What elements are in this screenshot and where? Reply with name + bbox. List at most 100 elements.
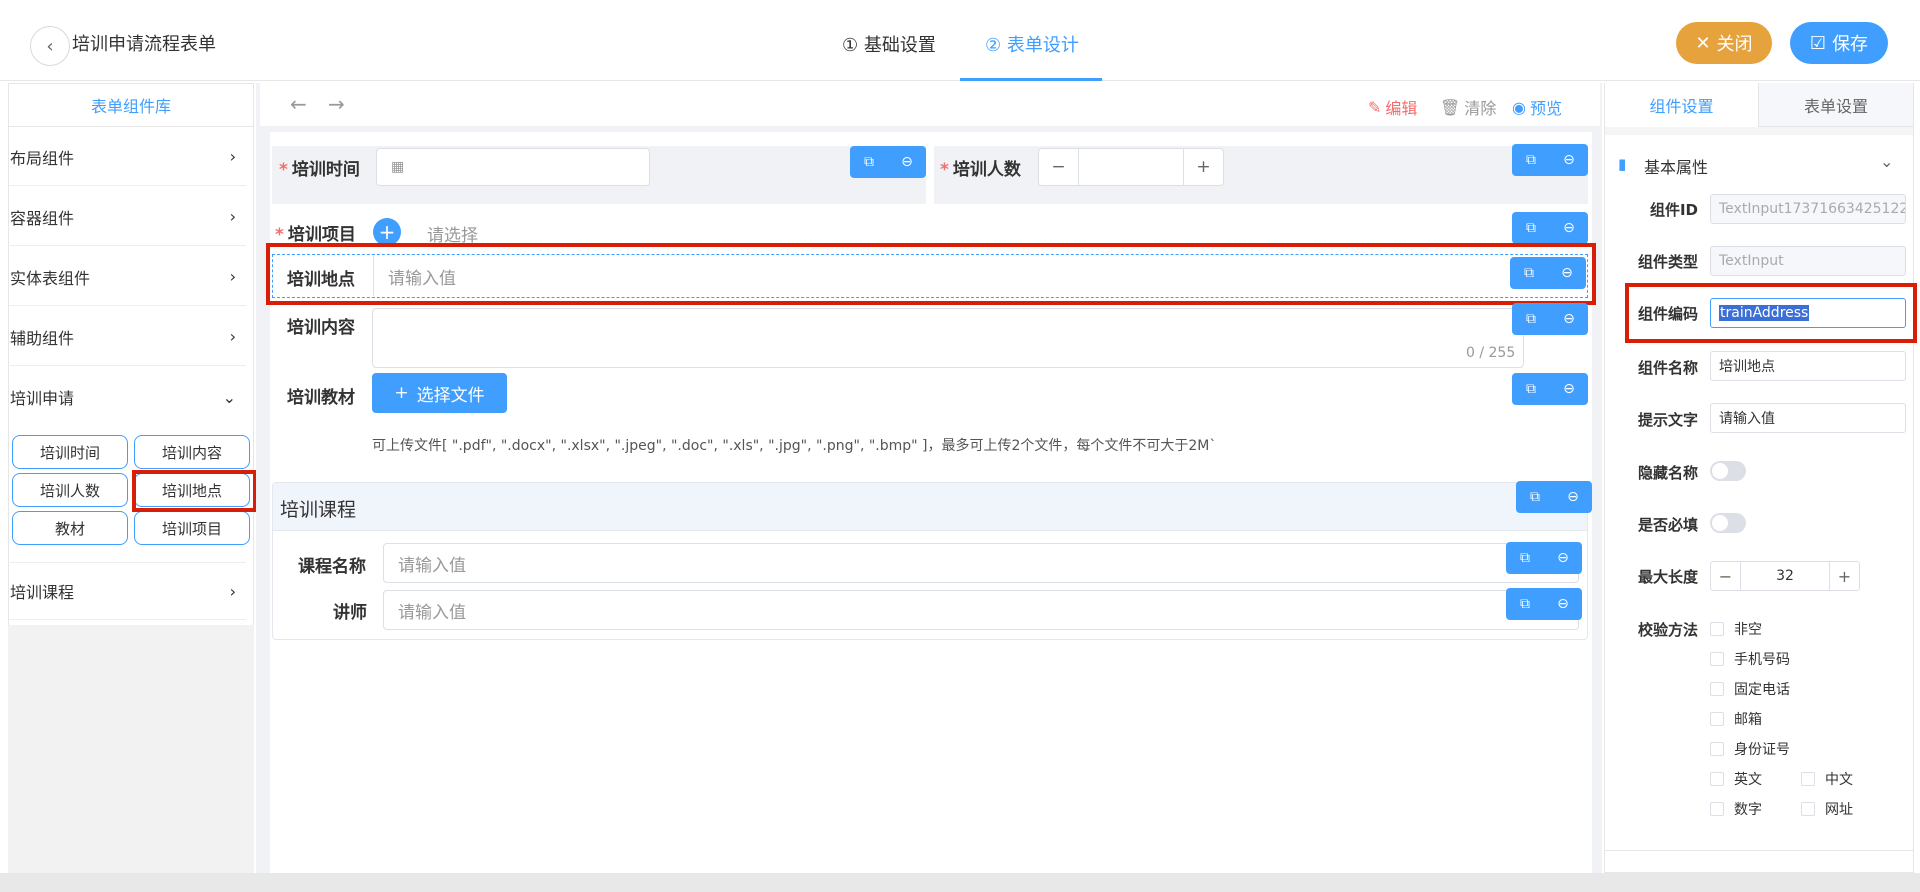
remove-icon[interactable]: ⊖ [1560, 380, 1578, 398]
tab-component-settings[interactable]: 组件设置 [1605, 83, 1759, 127]
redo-icon[interactable]: → [328, 92, 345, 116]
minus-icon[interactable]: − [1039, 149, 1079, 185]
category-label: 布局组件 [10, 148, 75, 168]
preview-label: 预览 [1529, 99, 1562, 118]
remove-icon[interactable]: ⊖ [1564, 488, 1582, 506]
remove-icon[interactable]: ⊖ [1554, 549, 1572, 567]
validation-email[interactable]: 邮箱 [1710, 709, 1762, 729]
edit-label: 编辑 [1385, 99, 1418, 118]
tab-form-settings[interactable]: 表单设置 [1759, 83, 1913, 127]
training-count-stepper[interactable]: − + [1038, 148, 1224, 186]
max-length-label: 最大长度 [1637, 568, 1698, 586]
course-name-input[interactable]: 请输入值 [383, 543, 1579, 583]
training-content-label: 培训内容 [287, 318, 355, 338]
category-label: 实体表组件 [10, 268, 91, 288]
validation-id-card[interactable]: 身份证号 [1710, 739, 1790, 759]
clear-link[interactable]: 🗑 清除 [1440, 95, 1496, 119]
chip-material[interactable]: 教材 [12, 511, 128, 545]
teacher-input[interactable]: 请输入值 [383, 590, 1579, 630]
chevron-left-icon: ‹ [46, 35, 54, 57]
plus-icon[interactable]: + [1183, 149, 1223, 185]
category-auxiliary[interactable]: 辅助组件 › [8, 308, 246, 366]
training-count-label: * 培训人数 [940, 160, 1021, 180]
max-length-stepper[interactable]: − 32 + [1710, 561, 1860, 591]
hide-name-label: 隐藏名称 [1637, 464, 1698, 482]
step-form-design[interactable]: ② 表单设计 [985, 31, 1079, 57]
plus-icon[interactable]: + [1829, 562, 1859, 590]
category-container[interactable]: 容器组件 › [8, 188, 246, 246]
validation-chinese[interactable]: 中文 [1801, 769, 1853, 789]
training-material-label: 培训教材 [287, 388, 355, 408]
copy-icon[interactable]: ⧉ [1522, 151, 1540, 169]
training-time-input[interactable]: ▦ [376, 148, 650, 186]
save-button[interactable]: ☑ 保存 [1790, 22, 1888, 64]
copy-icon[interactable]: ⧉ [1526, 488, 1544, 506]
validation-english[interactable]: 英文 [1710, 769, 1762, 789]
minus-icon[interactable]: − [1711, 562, 1741, 590]
validation-number[interactable]: 数字 [1710, 799, 1762, 819]
copy-icon[interactable]: ⧉ [1522, 310, 1540, 328]
eye-icon: ◉ [1512, 97, 1526, 117]
category-label: 培训课程 [10, 583, 75, 602]
chip-training-project[interactable]: 培训项目 [134, 511, 250, 545]
undo-icon[interactable]: ← [290, 92, 307, 116]
active-step-indicator [960, 78, 1102, 81]
copy-icon[interactable]: ⧉ [1522, 219, 1540, 237]
chip-training-content[interactable]: 培训内容 [134, 435, 250, 469]
validation-nonempty[interactable]: 非空 [1710, 619, 1762, 639]
teacher-label: 讲师 [333, 603, 367, 623]
validation-mobile[interactable]: 手机号码 [1710, 649, 1790, 669]
field-training-count[interactable] [934, 146, 1588, 204]
remove-icon[interactable]: ⊖ [1554, 595, 1572, 613]
copy-icon[interactable]: ⧉ [1516, 595, 1534, 613]
category-layout[interactable]: 布局组件 › [8, 128, 246, 186]
plus-icon: + [394, 383, 409, 403]
chevron-down-icon[interactable]: ⌄ [1880, 152, 1893, 171]
category-training-course[interactable]: 培训课程 › [8, 562, 246, 620]
course-section-header [273, 483, 1587, 531]
hint-text-field[interactable]: 请输入值 [1710, 403, 1906, 433]
chip-training-time[interactable]: 培训时间 [12, 435, 128, 469]
preview-link[interactable]: ◉ 预览 [1512, 95, 1562, 119]
page-title: 培训申请流程表单 [72, 34, 216, 55]
category-training-application[interactable]: 培训申请 ⌄ [8, 368, 246, 426]
validation-label: 校验方法 [1637, 621, 1698, 639]
step-basic-settings[interactable]: ① 基础设置 [842, 31, 936, 57]
validation-phone[interactable]: 固定电话 [1710, 679, 1790, 699]
remove-icon[interactable]: ⊖ [1560, 310, 1578, 328]
copy-icon[interactable]: ⧉ [1522, 380, 1540, 398]
copy-icon[interactable]: ⧉ [860, 153, 878, 171]
edit-link[interactable]: ✎ 编辑 [1368, 95, 1417, 119]
close-button[interactable]: ✕ 关闭 [1676, 22, 1772, 64]
training-content-textarea[interactable] [372, 308, 1524, 368]
remove-icon[interactable]: ⊖ [1560, 219, 1578, 237]
remove-icon[interactable]: ⊖ [898, 153, 916, 171]
category-label: 容器组件 [10, 208, 75, 228]
back-button[interactable]: ‹ [30, 26, 70, 66]
course-name-label: 课程名称 [298, 557, 366, 577]
required-toggle[interactable] [1710, 513, 1746, 533]
remove-icon[interactable]: ⊖ [1560, 151, 1578, 169]
field-actions: ⧉ ⊖ [1516, 481, 1592, 513]
field-actions: ⧉ ⊖ [1506, 542, 1582, 574]
select-file-button[interactable]: + 选择文件 [372, 373, 507, 413]
chevron-right-icon: › [229, 327, 236, 346]
basic-props-title: 基本属性 [1644, 158, 1709, 177]
component-name-field[interactable]: 培训地点 [1710, 351, 1906, 381]
copy-icon[interactable]: ⧉ [1516, 549, 1534, 567]
max-length-value: 32 [1776, 568, 1794, 584]
highlight-box-code [1625, 283, 1917, 343]
field-actions: ⧉ ⊖ [1512, 373, 1588, 405]
chip-training-count[interactable]: 培训人数 [12, 473, 128, 507]
validation-url[interactable]: 网址 [1801, 799, 1853, 819]
calendar-icon: ▦ [391, 159, 405, 175]
left-panel-empty-area [8, 625, 254, 873]
hide-name-toggle[interactable] [1710, 461, 1746, 481]
component-id-field[interactable]: TextInput17371663425122 [1710, 194, 1906, 224]
category-entity-table[interactable]: 实体表组件 › [8, 248, 246, 306]
highlight-box-address [266, 243, 1596, 305]
add-project-button[interactable]: + [373, 218, 401, 246]
field-actions: ⧉ ⊖ [1512, 212, 1588, 244]
component-type-field[interactable]: TextInput [1710, 246, 1906, 276]
component-id-label: 组件ID [1649, 201, 1698, 219]
